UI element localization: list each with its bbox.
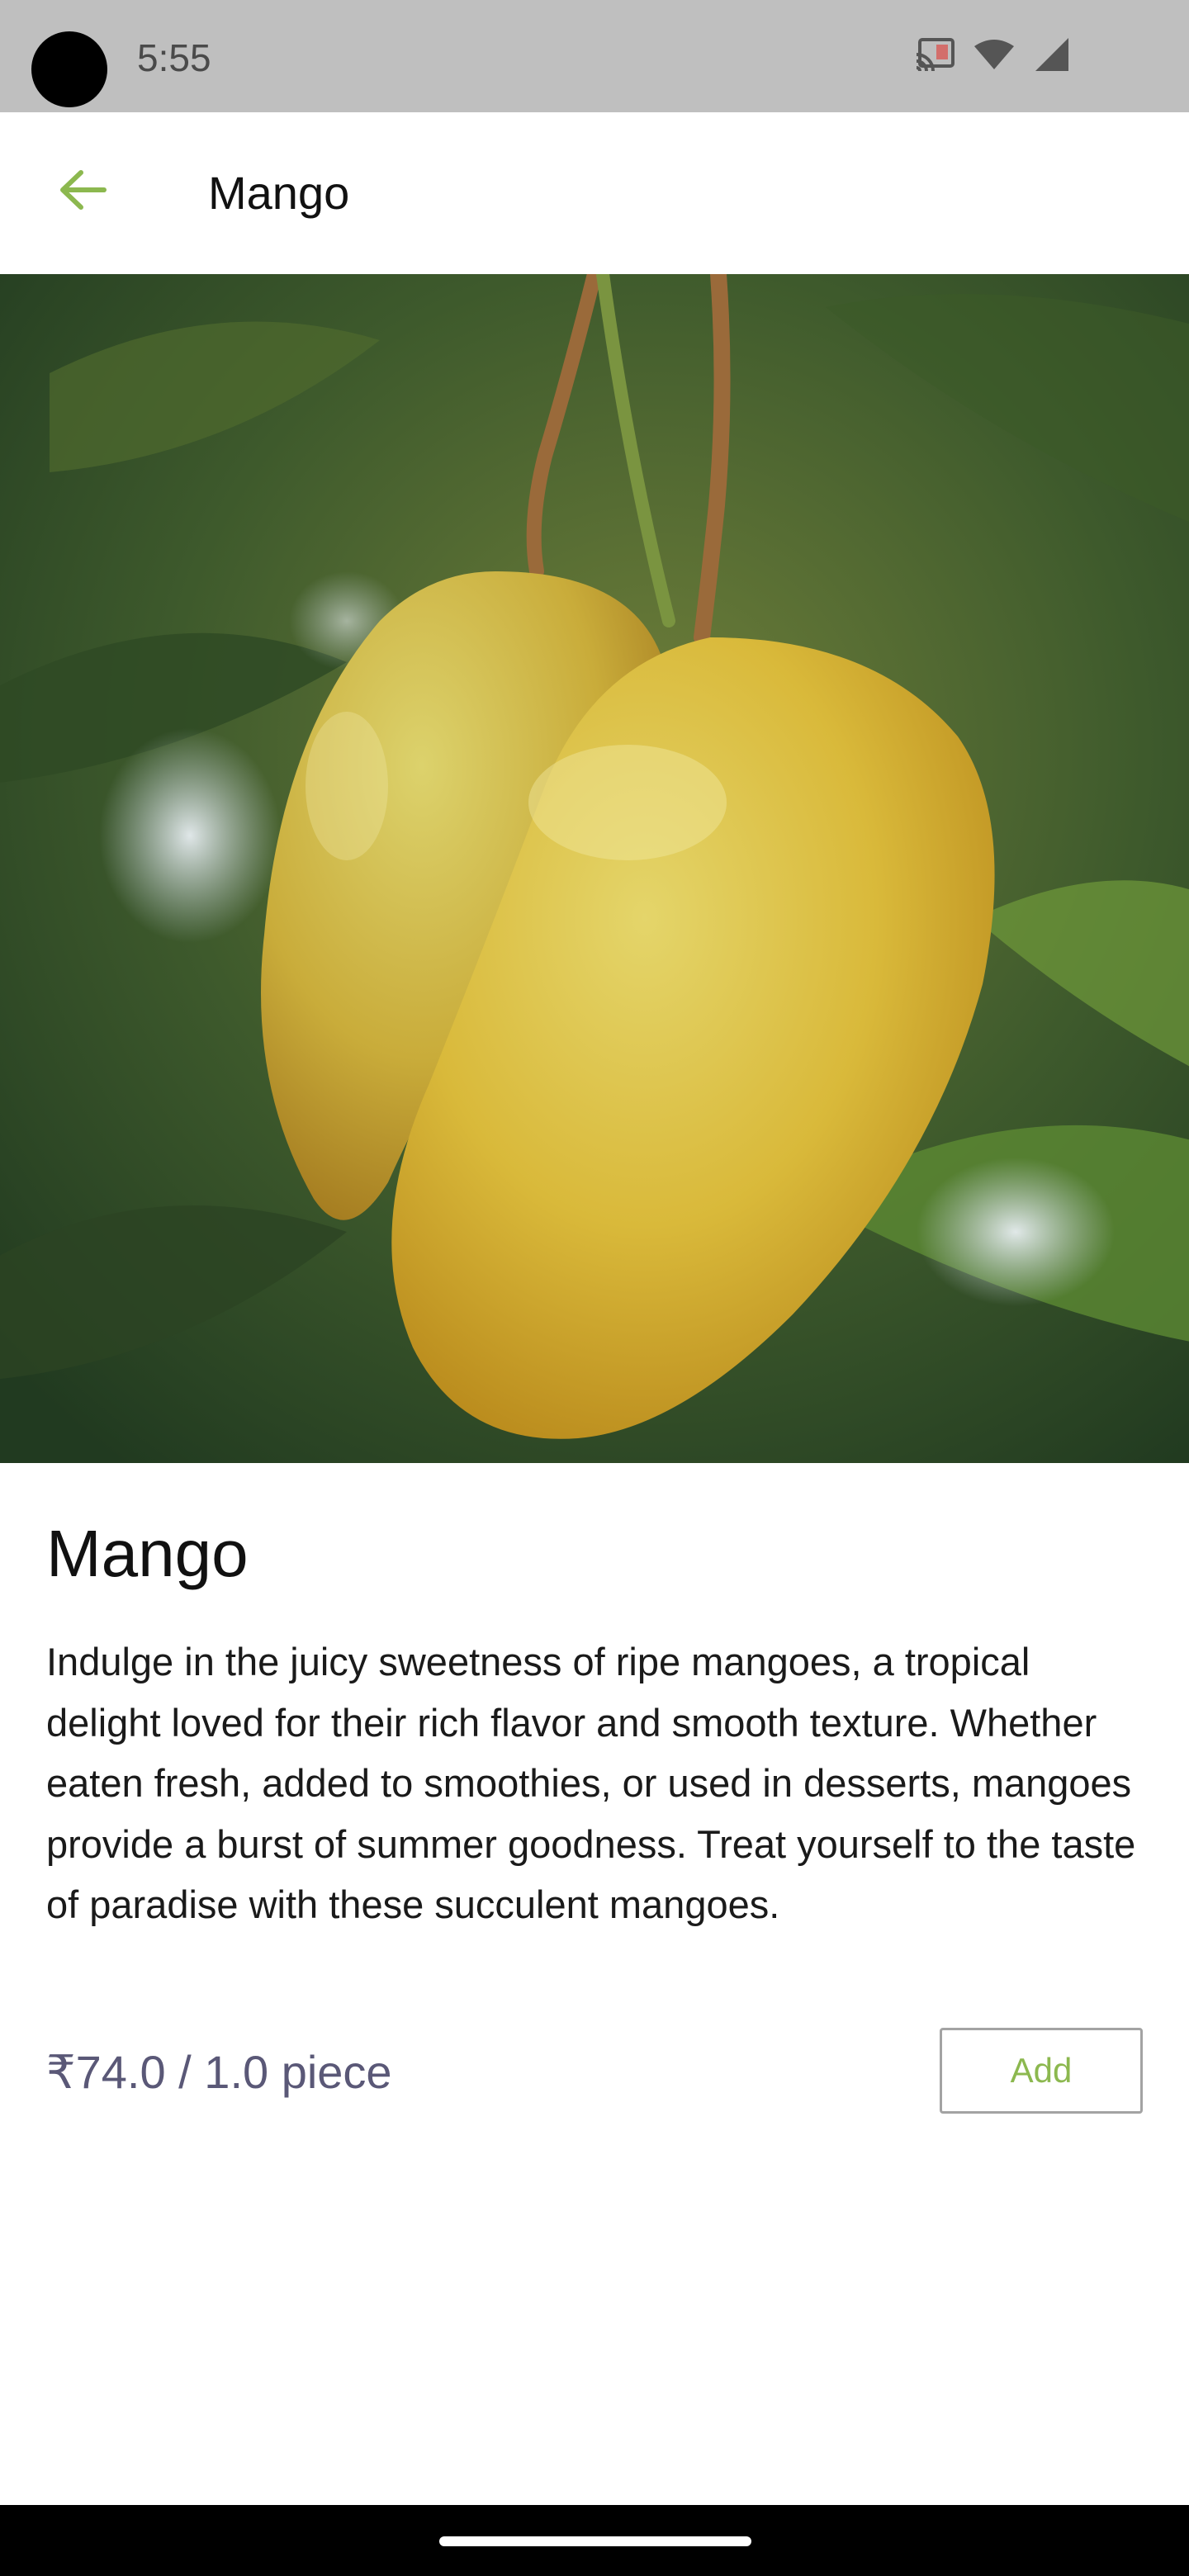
add-button[interactable]: Add bbox=[940, 2028, 1143, 2114]
front-camera bbox=[31, 31, 107, 107]
cellular-signal-icon bbox=[1034, 36, 1070, 73]
home-indicator[interactable] bbox=[439, 2536, 751, 2546]
arrow-left-icon bbox=[58, 169, 107, 215]
navigation-bar bbox=[0, 2505, 1189, 2576]
product-name: Mango bbox=[46, 1517, 249, 1590]
page-title: Mango bbox=[208, 167, 350, 219]
price-row: ₹74.0 / 1.0 piece Add bbox=[46, 2028, 1143, 2114]
status-time: 5:55 bbox=[137, 36, 211, 79]
product-image bbox=[0, 274, 1189, 1463]
status-icons bbox=[915, 36, 1070, 73]
status-bar: 5:55 bbox=[0, 0, 1189, 112]
back-button[interactable] bbox=[41, 150, 124, 233]
product-description: Indulge in the juicy sweetness of ripe m… bbox=[46, 1640, 1136, 1926]
product-price: ₹74.0 / 1.0 piece bbox=[46, 2046, 392, 2098]
wifi-icon bbox=[973, 38, 1016, 71]
cast-icon bbox=[915, 38, 955, 71]
app-bar: Mango bbox=[0, 112, 1189, 274]
